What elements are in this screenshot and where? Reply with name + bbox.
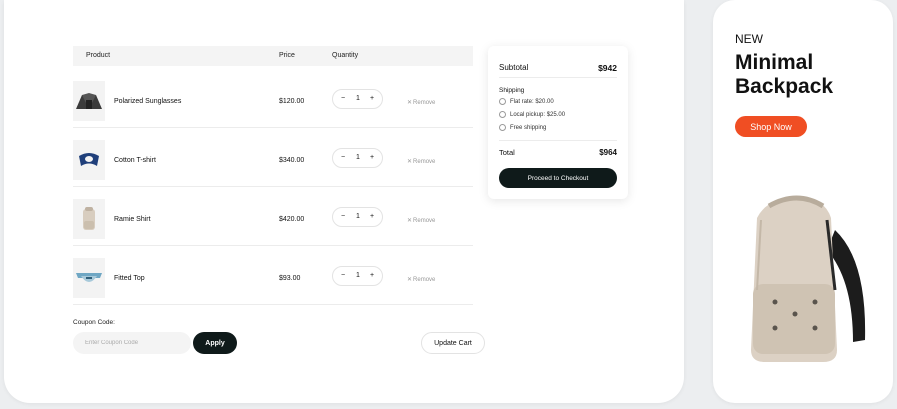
remove-label: Remove [413, 159, 436, 165]
subtotal-value: $942 [598, 63, 617, 73]
neck-pillow-product-image[interactable] [73, 140, 105, 180]
tent-product-image[interactable] [73, 81, 105, 121]
cart-panel: Product Price Quantity Polarized Sunglas… [4, 0, 684, 403]
quantity-value: 1 [356, 272, 360, 279]
divider [499, 77, 617, 78]
radio-icon[interactable] [499, 111, 506, 118]
close-icon: ✕ [407, 159, 413, 165]
shop-now-button[interactable]: Shop Now [735, 116, 807, 137]
shipping-option-free[interactable]: Free shipping [499, 124, 546, 131]
quantity-stepper[interactable]: − 1 + [332, 148, 383, 168]
decrement-button[interactable]: − [341, 95, 345, 102]
product-name[interactable]: Polarized Sunglasses [114, 98, 181, 105]
close-icon: ✕ [407, 218, 413, 224]
remove-button[interactable]: ✕Remove [407, 99, 435, 106]
decrement-button[interactable]: − [341, 213, 345, 220]
quantity-value: 1 [356, 95, 360, 102]
shipping-option-label: Free shipping [510, 124, 547, 131]
column-quantity: Quantity [332, 52, 359, 59]
column-product: Product [86, 52, 111, 59]
order-summary: Subtotal $942 Shipping Flat rate: $20.00… [488, 46, 628, 199]
total-label: Total [499, 148, 515, 157]
remove-button[interactable]: ✕Remove [407, 217, 435, 224]
radio-icon[interactable] [499, 124, 506, 131]
shipping-label: Shipping [499, 87, 525, 94]
shipping-option-label: Local pickup: $25.00 [510, 111, 566, 118]
quantity-stepper[interactable]: − 1 + [332, 266, 383, 286]
quantity-stepper[interactable]: − 1 + [332, 89, 383, 109]
decrement-button[interactable]: − [341, 272, 345, 279]
close-icon: ✕ [407, 277, 413, 283]
table-row: Polarized Sunglasses $120.00 − 1 + ✕Remo… [73, 69, 473, 128]
promo-title: Minimal Backpack [735, 51, 834, 98]
table-row: Fitted Top $93.00 − 1 + ✕Remove [73, 246, 473, 305]
product-price: $340.00 [279, 157, 305, 164]
increment-button[interactable]: + [370, 272, 374, 279]
product-name[interactable]: Fitted Top [114, 275, 145, 282]
total-value: $964 [599, 148, 617, 157]
product-price: $120.00 [279, 98, 305, 105]
apply-button[interactable]: Apply [193, 332, 237, 354]
column-price: Price [279, 52, 295, 59]
remove-label: Remove [413, 218, 436, 224]
promo-panel: NEW Minimal Backpack Shop Now [713, 0, 893, 403]
promo-tag: NEW [735, 32, 763, 46]
product-name[interactable]: Cotton T-shirt [114, 157, 156, 164]
shipping-option-local-pickup[interactable]: Local pickup: $25.00 [499, 111, 565, 118]
radio-icon[interactable] [499, 98, 506, 105]
subtotal-label: Subtotal [499, 63, 529, 72]
increment-button[interactable]: + [370, 154, 374, 161]
coupon-input[interactable] [73, 332, 191, 354]
cart-table-header: Product Price Quantity [73, 46, 473, 66]
remove-button[interactable]: ✕Remove [407, 158, 435, 165]
quantity-value: 1 [356, 154, 360, 161]
backpack-image [751, 195, 866, 362]
increment-button[interactable]: + [370, 213, 374, 220]
backpack-product-image[interactable] [73, 199, 105, 239]
close-icon: ✕ [407, 100, 413, 106]
remove-button[interactable]: ✕Remove [407, 276, 435, 283]
product-name[interactable]: Ramie Shirt [114, 216, 151, 223]
increment-button[interactable]: + [370, 95, 374, 102]
quantity-stepper[interactable]: − 1 + [332, 207, 383, 227]
product-price: $93.00 [279, 275, 301, 282]
quantity-value: 1 [356, 213, 360, 220]
remove-label: Remove [413, 100, 436, 106]
product-price: $420.00 [279, 216, 305, 223]
proceed-to-checkout-button[interactable]: Proceed to Checkout [499, 168, 617, 188]
decrement-button[interactable]: − [341, 154, 345, 161]
waist-bag-product-image[interactable] [73, 258, 105, 298]
divider [499, 140, 617, 141]
shipping-option-label: Flat rate: $20.00 [510, 98, 554, 105]
table-row: Cotton T-shirt $340.00 − 1 + ✕Remove [73, 128, 473, 187]
shipping-option-flat-rate[interactable]: Flat rate: $20.00 [499, 98, 554, 105]
table-row: Ramie Shirt $420.00 − 1 + ✕Remove [73, 187, 473, 246]
update-cart-button[interactable]: Update Cart [421, 332, 485, 354]
coupon-label: Coupon Code: [73, 319, 115, 326]
remove-label: Remove [413, 277, 436, 283]
